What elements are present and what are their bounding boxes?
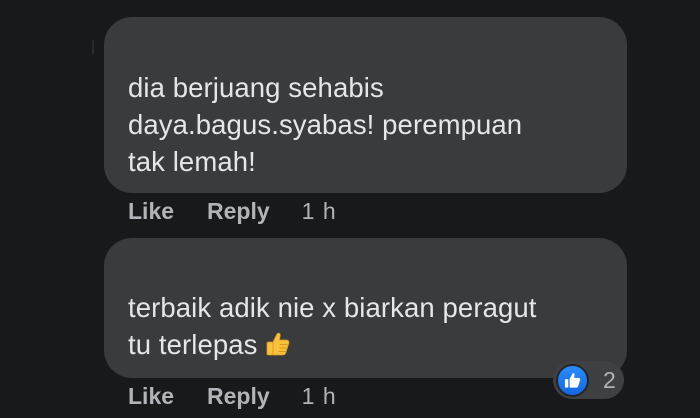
comment-text-line: dia berjuang sehabis xyxy=(128,72,384,103)
reaction-count: 2 xyxy=(603,366,616,393)
comment-bubble: dia berjuang sehabis daya.bagus.syabas! … xyxy=(104,17,627,193)
reaction-summary[interactable]: 2 xyxy=(553,361,624,399)
comment-text-line: tak lemah! xyxy=(128,146,256,177)
comment-text-line: tu terlepas xyxy=(128,329,258,360)
like-reaction-icon xyxy=(556,363,589,397)
comment-text-line-with-emoji: tu terlepas xyxy=(128,326,603,363)
like-button[interactable]: Like xyxy=(128,198,174,225)
comment-timestamp[interactable]: 1 h xyxy=(302,198,337,225)
comment-text: terbaik adik nie x biarkan peragut tu te… xyxy=(128,289,603,363)
comment-bubble: terbaik adik nie x biarkan peragut tu te… xyxy=(104,238,627,378)
comment-timestamp[interactable]: 1 h xyxy=(302,383,337,410)
reply-button[interactable]: Reply xyxy=(207,383,270,410)
comment-text-line: terbaik adik nie x biarkan peragut xyxy=(128,292,537,323)
comment-actions: Like Reply 1 h xyxy=(128,198,337,225)
thumbs-up-emoji-icon xyxy=(264,330,292,358)
comment-text: dia berjuang sehabis daya.bagus.syabas! … xyxy=(128,69,603,180)
thread-edge xyxy=(92,40,94,54)
reply-button[interactable]: Reply xyxy=(207,198,270,225)
like-button[interactable]: Like xyxy=(128,383,174,410)
comment-text-line: daya.bagus.syabas! perempuan xyxy=(128,109,523,140)
comment-actions: Like Reply 1 h xyxy=(128,383,337,410)
